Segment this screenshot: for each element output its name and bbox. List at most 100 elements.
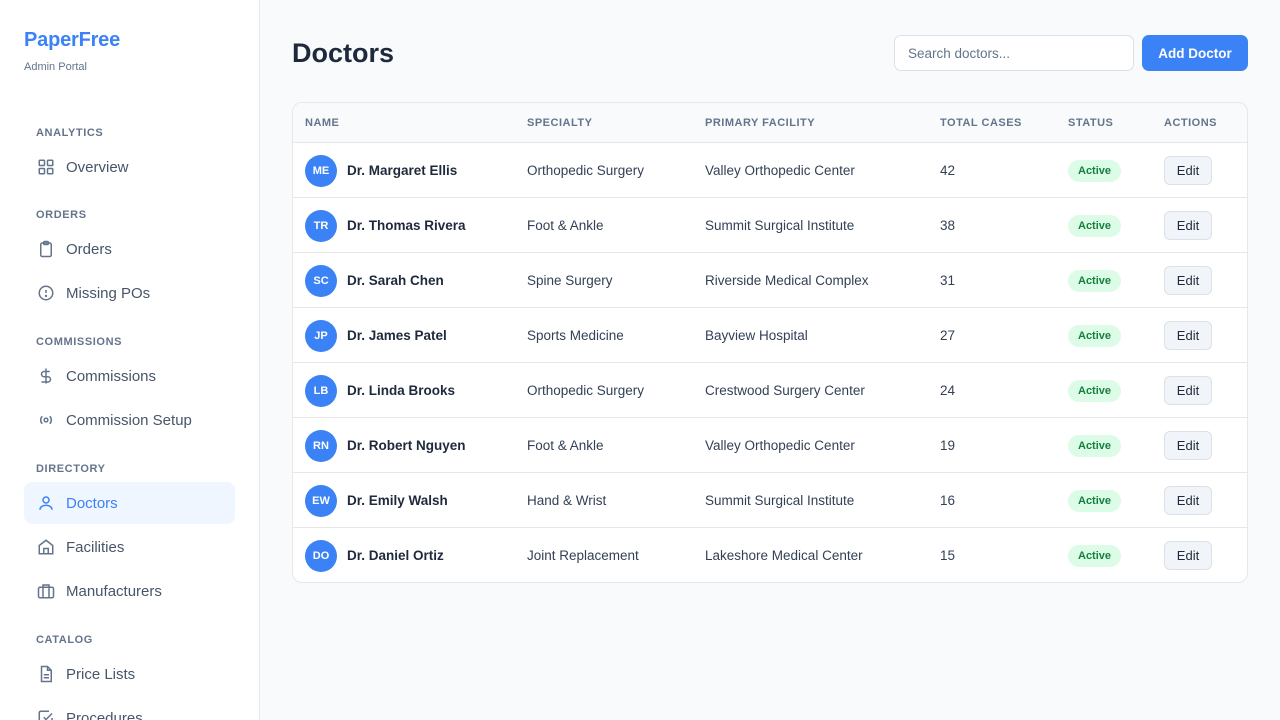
- total-cases-cell: 27: [940, 328, 956, 343]
- user-icon: [36, 493, 56, 513]
- sidebar-item-orders[interactable]: Orders: [24, 228, 235, 270]
- avatar-initials: SC: [313, 274, 329, 287]
- sidebar-item-doctors[interactable]: Doctors: [24, 482, 235, 524]
- actions-cell: Edit: [1164, 418, 1212, 473]
- table-row[interactable]: SC Dr. Sarah Chen Spine Surgery Riversid…: [293, 253, 1247, 308]
- facility-cell: Summit Surgical Institute: [705, 493, 855, 508]
- sidebar-item-price-lists[interactable]: Price Lists: [24, 653, 235, 695]
- avatar-initials: LB: [313, 384, 329, 397]
- sidebar-item-manufacturers[interactable]: Manufacturers: [24, 570, 235, 612]
- nav-section-directory: DIRECTORY: [36, 463, 106, 475]
- edit-button[interactable]: Edit: [1164, 211, 1212, 240]
- column-header-specialty[interactable]: SPECIALTY: [527, 117, 592, 130]
- status-badge: Active: [1068, 544, 1122, 567]
- specialty-cell: Foot & Ankle: [527, 438, 604, 453]
- facility-cell: Valley Orthopedic Center: [705, 438, 855, 453]
- doctor-name[interactable]: Dr. Robert Nguyen: [347, 438, 466, 453]
- column-header-facility[interactable]: PRIMARY FACILITY: [705, 117, 815, 130]
- home-icon: [36, 537, 56, 557]
- status-cell: Active: [1068, 308, 1122, 363]
- facility-cell: Riverside Medical Complex: [705, 273, 869, 288]
- column-header-total-cases[interactable]: TOTAL CASES: [940, 117, 1022, 130]
- doctor-name[interactable]: Dr. Linda Brooks: [347, 383, 455, 398]
- actions-cell: Edit: [1164, 308, 1212, 363]
- table-row[interactable]: JP Dr. James Patel Sports Medicine Bayvi…: [293, 308, 1247, 363]
- facility-cell: Valley Orthopedic Center: [705, 163, 855, 178]
- status-cell: Active: [1068, 363, 1122, 418]
- edit-button[interactable]: Edit: [1164, 266, 1212, 295]
- status-cell: Active: [1068, 143, 1122, 198]
- sidebar-item-missing-pos[interactable]: Missing POs: [24, 272, 235, 314]
- table-row[interactable]: LB Dr. Linda Brooks Orthopedic Surgery C…: [293, 363, 1247, 418]
- doctor-name[interactable]: Dr. Daniel Ortiz: [347, 548, 444, 563]
- name-cell: TR Dr. Thomas Rivera: [305, 198, 466, 253]
- sidebar-item-procedures[interactable]: Procedures: [24, 697, 235, 720]
- edit-button[interactable]: Edit: [1164, 156, 1212, 185]
- settings-broadcast-icon: [36, 410, 56, 430]
- avatar: SC: [305, 264, 337, 297]
- nav-section-catalog: CATALOG: [36, 634, 93, 646]
- sidebar: PaperFree Admin Portal ANALYTICS Overvie…: [0, 0, 260, 720]
- status-badge: Active: [1068, 214, 1122, 237]
- brand-name[interactable]: PaperFree: [24, 28, 120, 52]
- name-cell: LB Dr. Linda Brooks: [305, 363, 455, 418]
- avatar-initials: JP: [314, 329, 328, 342]
- doctor-name[interactable]: Dr. Sarah Chen: [347, 273, 444, 288]
- actions-cell: Edit: [1164, 363, 1212, 418]
- sidebar-item-label: Commissions: [66, 367, 157, 385]
- sidebar-item-label: Price Lists: [66, 665, 136, 683]
- table-row[interactable]: DO Dr. Daniel Ortiz Joint Replacement La…: [293, 528, 1247, 582]
- edit-button[interactable]: Edit: [1164, 541, 1212, 570]
- status-cell: Active: [1068, 473, 1122, 528]
- avatar-initials: DO: [312, 549, 330, 562]
- edit-button[interactable]: Edit: [1164, 486, 1212, 515]
- actions-cell: Edit: [1164, 198, 1212, 253]
- total-cases-cell: 24: [940, 383, 956, 398]
- sidebar-item-commission-setup[interactable]: Commission Setup: [24, 399, 235, 441]
- avatar: LB: [305, 374, 337, 407]
- status-cell: Active: [1068, 253, 1122, 308]
- specialty-cell: Orthopedic Surgery: [527, 163, 645, 178]
- doctors-table: NAME SPECIALTY PRIMARY FACILITY TOTAL CA…: [292, 102, 1248, 583]
- table-row[interactable]: RN Dr. Robert Nguyen Foot & Ankle Valley…: [293, 418, 1247, 473]
- status-cell: Active: [1068, 418, 1122, 473]
- name-cell: JP Dr. James Patel: [305, 308, 447, 363]
- table-row[interactable]: TR Dr. Thomas Rivera Foot & Ankle Summit…: [293, 198, 1247, 253]
- column-header-status[interactable]: STATUS: [1068, 117, 1113, 130]
- sidebar-item-overview[interactable]: Overview: [24, 146, 235, 188]
- nav-section-analytics: ANALYTICS: [36, 127, 104, 139]
- actions-cell: Edit: [1164, 253, 1212, 308]
- specialty-cell: Hand & Wrist: [527, 493, 607, 508]
- doctor-name[interactable]: Dr. James Patel: [347, 328, 447, 343]
- status-cell: Active: [1068, 198, 1122, 253]
- add-doctor-button[interactable]: Add Doctor: [1142, 35, 1248, 71]
- table-header: NAME SPECIALTY PRIMARY FACILITY TOTAL CA…: [293, 103, 1247, 143]
- search-input[interactable]: [894, 35, 1134, 71]
- table-row[interactable]: ME Dr. Margaret Ellis Orthopedic Surgery…: [293, 143, 1247, 198]
- sidebar-item-label: Overview: [66, 158, 129, 176]
- total-cases-cell: 38: [940, 218, 956, 233]
- column-header-name[interactable]: NAME: [305, 117, 339, 130]
- avatar: ME: [305, 154, 337, 187]
- specialty-cell: Orthopedic Surgery: [527, 383, 645, 398]
- sidebar-item-commissions[interactable]: Commissions: [24, 355, 235, 397]
- actions-cell: Edit: [1164, 473, 1212, 528]
- total-cases-cell: 42: [940, 163, 956, 178]
- edit-button[interactable]: Edit: [1164, 321, 1212, 350]
- doctor-name[interactable]: Dr. Thomas Rivera: [347, 218, 466, 233]
- edit-button[interactable]: Edit: [1164, 376, 1212, 405]
- edit-button[interactable]: Edit: [1164, 431, 1212, 460]
- sidebar-item-facilities[interactable]: Facilities: [24, 526, 235, 568]
- status-badge: Active: [1068, 434, 1122, 457]
- total-cases-cell: 31: [940, 273, 956, 288]
- name-cell: EW Dr. Emily Walsh: [305, 473, 448, 528]
- facility-cell: Bayview Hospital: [705, 328, 808, 343]
- table-row[interactable]: EW Dr. Emily Walsh Hand & Wrist Summit S…: [293, 473, 1247, 528]
- specialty-cell: Foot & Ankle: [527, 218, 604, 233]
- name-cell: DO Dr. Daniel Ortiz: [305, 528, 444, 582]
- doctor-name[interactable]: Dr. Emily Walsh: [347, 493, 448, 508]
- facility-cell: Summit Surgical Institute: [705, 218, 855, 233]
- avatar-initials: RN: [313, 439, 329, 452]
- doctor-name[interactable]: Dr. Margaret Ellis: [347, 163, 457, 178]
- status-badge: Active: [1068, 489, 1122, 512]
